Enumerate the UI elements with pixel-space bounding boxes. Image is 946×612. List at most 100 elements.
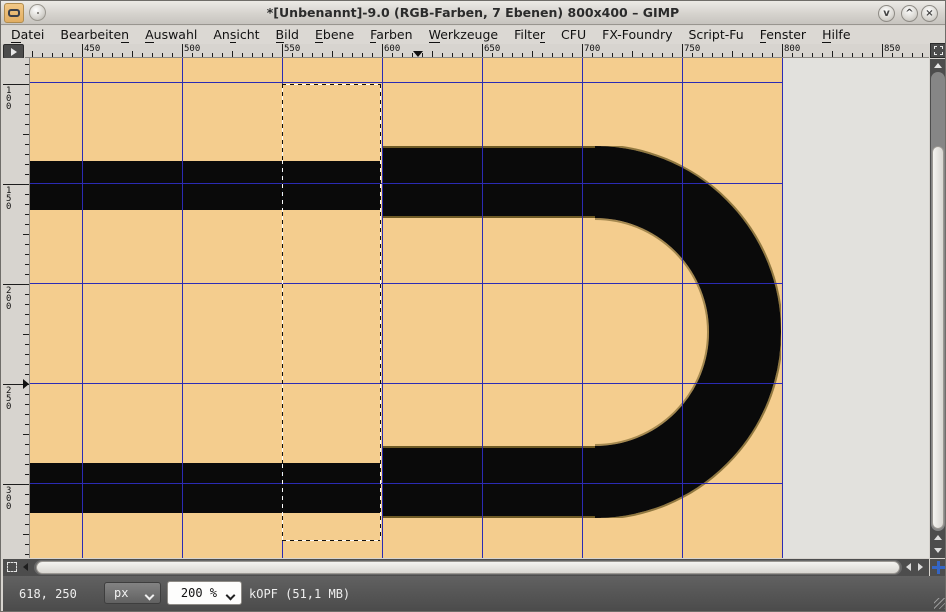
ruler-tick xyxy=(152,53,153,57)
ruler-label-800: 800 xyxy=(784,44,800,54)
status-bar: 618, 250 px 200 % kOPF (51,1 MB) xyxy=(3,576,945,611)
menu-item-farben[interactable]: Farben xyxy=(362,26,420,44)
ruler-tick xyxy=(25,364,29,365)
menu-item-fx-foundry[interactable]: FX-Foundry xyxy=(594,26,680,44)
ruler-tick xyxy=(262,53,263,57)
ruler-tick xyxy=(25,554,29,555)
menu-item-filter[interactable]: Filter xyxy=(506,26,553,44)
hscroll-thumb[interactable] xyxy=(36,561,900,574)
cursor-position: 618, 250 xyxy=(19,587,77,601)
ruler-tick xyxy=(25,344,29,345)
ruler-tick xyxy=(25,254,29,255)
dashed-square-icon xyxy=(934,46,943,55)
ruler-tick xyxy=(132,51,133,57)
selection-marching-ants xyxy=(282,540,380,541)
maximize-button[interactable]: ^ xyxy=(901,5,918,22)
guide-horizontal xyxy=(30,183,782,184)
play-triangle-icon xyxy=(11,48,17,56)
horizontal-scrollbar[interactable] xyxy=(3,559,929,576)
image-area[interactable] xyxy=(30,58,782,558)
ruler-tick xyxy=(702,53,703,57)
ruler-tick xyxy=(202,53,203,57)
ruler-tick xyxy=(102,53,103,57)
canvas-menu-button[interactable] xyxy=(3,44,24,59)
menu-item-cfu[interactable]: CFU xyxy=(553,26,594,44)
menu-item-bearbeiten[interactable]: Bearbeiten xyxy=(52,26,137,44)
menu-item-werkzeuge[interactable]: Werkzeuge xyxy=(421,26,507,44)
ruler-tick xyxy=(602,53,603,57)
ruler-tick xyxy=(52,53,53,57)
ruler-tick xyxy=(912,53,913,57)
menu-item-script-fu[interactable]: Script-Fu xyxy=(680,26,751,44)
ruler-tick xyxy=(572,53,573,57)
ruler-tick xyxy=(812,53,813,57)
ruler-tick xyxy=(25,204,29,205)
ruler-tick xyxy=(532,51,533,57)
menu-item-ebene[interactable]: Ebene xyxy=(307,26,362,44)
ruler-tick xyxy=(512,53,513,57)
close-button[interactable]: × xyxy=(921,5,938,22)
ruler-tick xyxy=(62,53,63,57)
vscroll-track[interactable] xyxy=(931,72,945,531)
vertical-scrollbar[interactable] xyxy=(930,59,946,558)
ruler-tick xyxy=(562,53,563,57)
ruler-tick xyxy=(452,53,453,57)
ruler-tick xyxy=(25,74,29,75)
navigation-button[interactable] xyxy=(930,559,946,576)
ruler-tick xyxy=(232,51,233,57)
vertical-ruler[interactable]: 1 0 01 5 02 0 02 5 03 0 0 xyxy=(3,58,30,558)
scroll-left2-icon[interactable] xyxy=(906,563,911,571)
quickmask-toggle[interactable] xyxy=(6,561,19,574)
scroll-right-icon[interactable] xyxy=(918,563,923,571)
zoom-dropdown[interactable]: 200 % xyxy=(167,581,242,605)
ruler-label-850: 850 xyxy=(884,44,900,54)
menu-item-fenster[interactable]: Fenster xyxy=(752,26,814,44)
ruler-tick xyxy=(25,354,29,355)
menu-item-datei[interactable]: Datei xyxy=(3,26,52,44)
zoom-follow-window-toggle[interactable] xyxy=(930,43,946,58)
minimize-button[interactable]: v xyxy=(878,5,895,22)
menu-bar: DateiBearbeitenAuswahlAnsichtBildEbeneFa… xyxy=(1,26,945,44)
canvas-viewport[interactable] xyxy=(30,58,929,558)
menu-item-auswahl[interactable]: Auswahl xyxy=(137,26,205,44)
scroll-up2-icon[interactable] xyxy=(934,535,942,540)
scroll-up-icon[interactable] xyxy=(934,63,942,68)
vscroll-thumb[interactable] xyxy=(932,146,944,529)
ruler-tick xyxy=(23,134,29,135)
ruler-tick xyxy=(25,324,29,325)
ruler-tick xyxy=(25,374,29,375)
quickmask-icon xyxy=(7,562,17,572)
ruler-tick xyxy=(772,53,773,57)
resize-grip[interactable] xyxy=(934,598,945,609)
ruler-tick xyxy=(342,53,343,57)
ruler-tick xyxy=(25,124,29,125)
hscroll-track[interactable] xyxy=(34,560,902,575)
ruler-tick xyxy=(672,53,673,57)
unit-dropdown[interactable]: px xyxy=(104,582,161,604)
ruler-tick xyxy=(472,53,473,57)
ruler-tick xyxy=(25,214,29,215)
horizontal-ruler[interactable]: 450500550600650700750800850 xyxy=(25,44,929,58)
menu-item-bild[interactable]: Bild xyxy=(268,26,307,44)
ruler-tick xyxy=(352,53,353,57)
ruler-tick xyxy=(782,44,783,57)
ruler-tick xyxy=(802,53,803,57)
ruler-tick xyxy=(25,244,29,245)
scroll-down-icon[interactable] xyxy=(934,548,942,553)
selection-marching-ants xyxy=(282,84,283,540)
ruler-tick xyxy=(282,44,283,57)
road-thick-top xyxy=(382,146,601,218)
ruler-tick xyxy=(712,53,713,57)
ruler-tick xyxy=(172,53,173,57)
ruler-tick xyxy=(752,53,753,57)
ruler-tick xyxy=(42,53,43,57)
ruler-tick xyxy=(25,444,29,445)
menu-item-ansicht[interactable]: Ansicht xyxy=(205,26,267,44)
menu-item-hilfe[interactable]: Hilfe xyxy=(814,26,858,44)
scroll-left-icon[interactable] xyxy=(23,563,28,571)
ruler-tick xyxy=(25,64,29,65)
ruler-tick xyxy=(832,51,833,57)
ruler-tick xyxy=(722,53,723,57)
ruler-tick xyxy=(25,264,29,265)
ruler-tick xyxy=(3,484,29,485)
